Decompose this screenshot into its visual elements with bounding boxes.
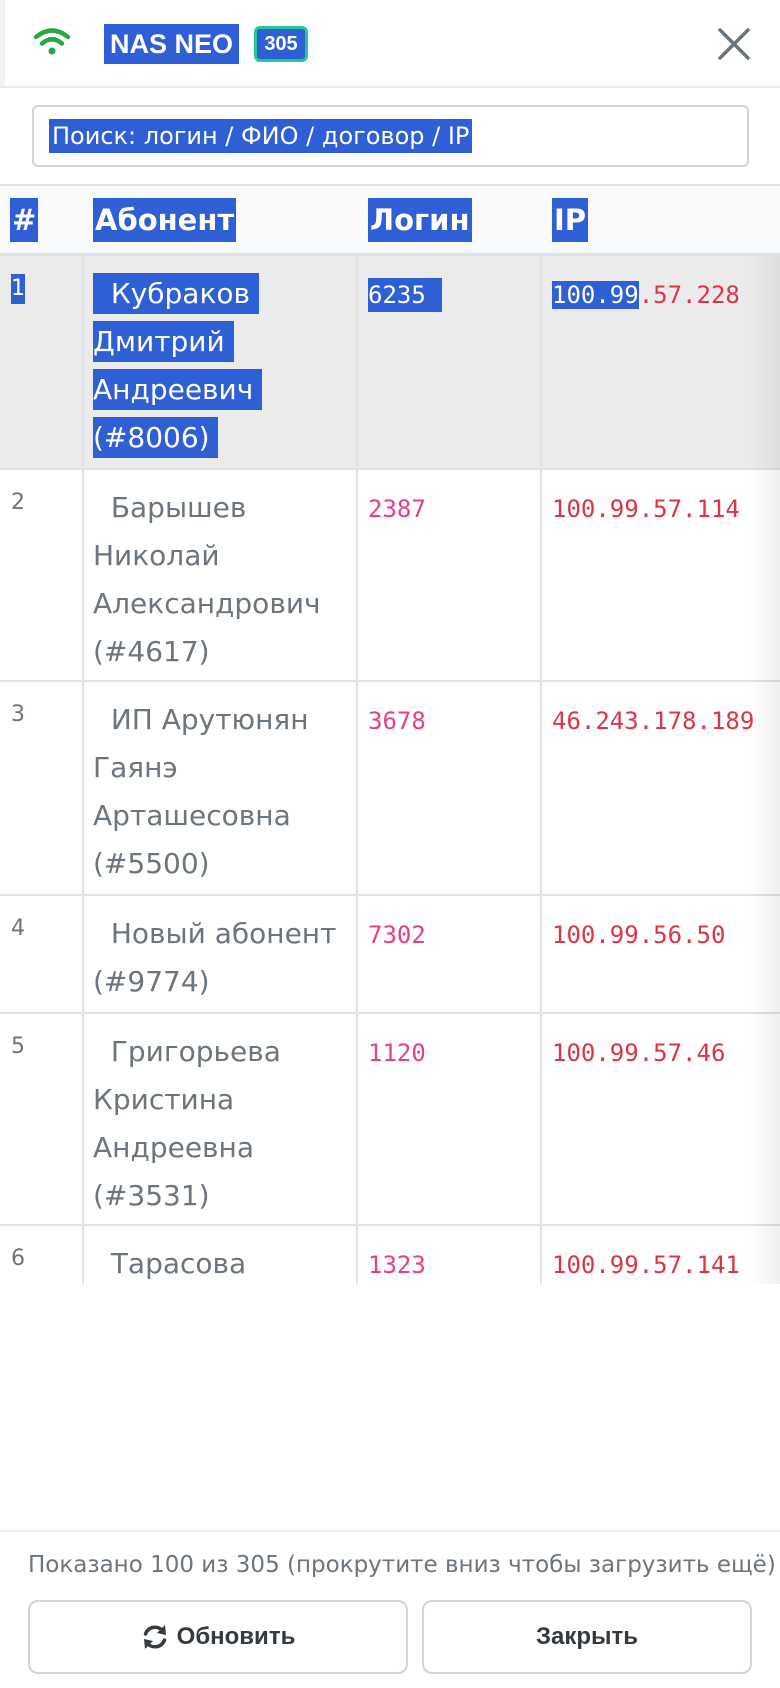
table-row[interactable]: 6 Тарасова Ирина 1323 100.99.57.141 (0, 1226, 780, 1284)
col-login: Логин (368, 198, 472, 242)
refresh-icon (143, 1625, 166, 1649)
subscriber-name[interactable]: Тарасова Ирина (93, 1240, 343, 1284)
subscriber-login: 7302 (368, 921, 426, 949)
table-row[interactable]: 3 ИП Арутюнян Гаянэ Арташесовна (#5500) … (0, 682, 780, 896)
subscriber-ip: 100.99.57.114 (552, 495, 740, 523)
subscriber-name[interactable]: Григорьева Кристина Андреевна (#3531) (93, 1028, 343, 1220)
row-number: 3 (11, 702, 25, 727)
row-number: 5 (11, 1034, 25, 1059)
count-badge: 305 (254, 26, 308, 62)
refresh-label: Обновить (176, 1623, 296, 1650)
subscriber-name[interactable]: Новый абонент (#9774) (93, 910, 343, 1006)
modal-footer: Показано 100 из 305 (прокрутите вниз что… (0, 1530, 780, 1688)
table-row[interactable]: 4 Новый абонент (#9774) 7302 100.99.56.5… (0, 896, 780, 1014)
pagination-info: Показано 100 из 305 (прокрутите вниз что… (28, 1552, 776, 1578)
search-placeholder: Поиск: логин / ФИО / договор / IP (49, 119, 473, 153)
col-number: # (10, 198, 39, 242)
subscriber-login: 1323 (368, 1251, 426, 1279)
modal-header: NAS NEO 305 (0, 0, 780, 88)
modal-title: NAS NEO (104, 24, 240, 64)
close-label: Закрыть (535, 1623, 639, 1650)
row-number: 1 (11, 274, 25, 304)
row-number: 2 (11, 490, 25, 515)
subscriber-name[interactable]: Барышев Николай Александрович (#4617) (93, 484, 343, 676)
subscriber-ip: 100.99.56.50 (552, 921, 726, 949)
subscriber-ip: 100.99.57.46 (552, 1039, 726, 1067)
row-number: 6 (11, 1246, 25, 1271)
subscriber-ip: 100.99.57.141 (552, 1251, 740, 1279)
col-ip: IP (552, 198, 589, 242)
subscriber-ip: 46.243.178.189 (552, 707, 755, 735)
close-button[interactable]: Закрыть (422, 1600, 752, 1674)
subscriber-name[interactable]: Кубраков Дмитрий Андреевич (#8006) (93, 270, 343, 462)
subscriber-login: 1120 (368, 1039, 426, 1067)
subscribers-table[interactable]: # Абонент Логин IP 1 Кубраков Дмитрий Ан… (0, 184, 780, 1284)
subscriber-login: 3678 (368, 707, 426, 735)
subscriber-login: 2387 (368, 495, 426, 523)
close-icon[interactable] (714, 24, 754, 64)
table-row[interactable]: 1 Кубраков Дмитрий Андреевич (#8006) 623… (0, 256, 780, 470)
subscriber-login: 6235 (368, 278, 442, 312)
subscriber-ip: 100.99.57.228 (552, 281, 740, 309)
header-edge (0, 0, 5, 86)
wifi-icon (33, 28, 71, 55)
table-row[interactable]: 2 Барышев Николай Александрович (#4617) … (0, 470, 780, 682)
col-subscriber: Абонент (93, 198, 237, 242)
table-header: # Абонент Логин IP (0, 184, 780, 256)
row-number: 4 (11, 916, 25, 941)
search-input[interactable]: Поиск: логин / ФИО / договор / IP (32, 105, 749, 167)
subscriber-name[interactable]: ИП Арутюнян Гаянэ Арташесовна (#5500) (93, 696, 343, 888)
table-row[interactable]: 5 Григорьева Кристина Андреевна (#3531) … (0, 1014, 780, 1226)
refresh-button[interactable]: Обновить (28, 1600, 408, 1674)
